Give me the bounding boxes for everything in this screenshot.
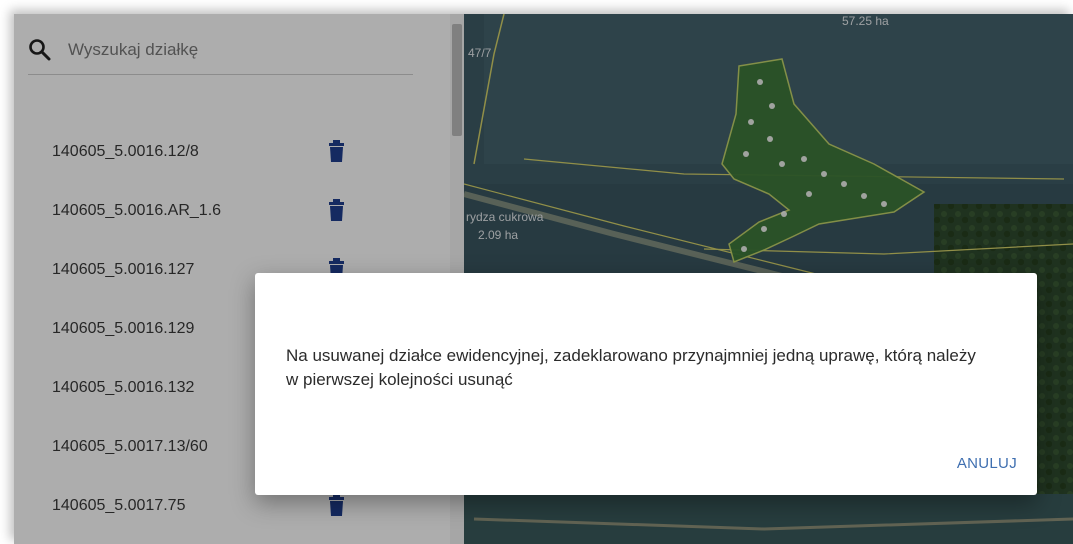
cancel-button[interactable]: ANULUJ [955,451,1019,476]
app-frame: 140605_5.0016.12/8 140605_5.0016.AR_1.6 … [14,14,1073,544]
warning-dialog: Na usuwanej działce ewidencyjnej, zadekl… [255,273,1037,495]
dialog-message: Na usuwanej działce ewidencyjnej, zadekl… [286,346,976,389]
